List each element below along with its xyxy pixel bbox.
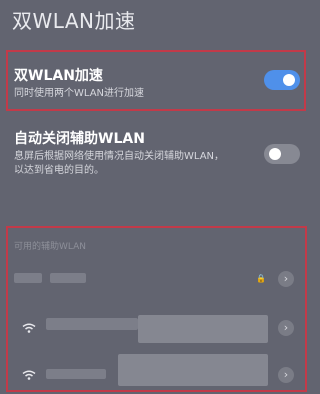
auto-close-row[interactable]: 自动关闭辅助WLAN 息屏后根据网络使用情况自动关闭辅助WLAN， 以达到省电的… bbox=[8, 124, 306, 184]
network-name-redacted bbox=[50, 273, 86, 283]
auto-close-toggle[interactable] bbox=[264, 144, 300, 164]
network-name-redacted bbox=[138, 315, 268, 343]
dual-wlan-subtitle: 同时使用两个WLAN进行加速 bbox=[14, 88, 145, 99]
chevron-right-icon[interactable]: › bbox=[278, 271, 294, 287]
dual-wlan-toggle[interactable] bbox=[264, 70, 300, 90]
auto-close-subtitle-line2: 以达到省电的目的。 bbox=[14, 165, 104, 176]
chevron-right-icon[interactable]: › bbox=[278, 320, 294, 336]
available-wlan-header: 可用的辅助WLAN bbox=[14, 242, 87, 252]
dual-wlan-title: 双WLAN加速 bbox=[14, 68, 103, 84]
wifi-icon bbox=[22, 370, 36, 380]
chevron-right-icon[interactable]: › bbox=[278, 367, 294, 383]
auto-close-subtitle-line1: 息屏后根据网络使用情况自动关闭辅助WLAN， bbox=[14, 151, 225, 162]
network-name-redacted bbox=[118, 354, 268, 386]
page-title: 双WLAN加速 bbox=[12, 9, 136, 33]
network-name-redacted bbox=[14, 273, 42, 283]
wlan-list-item-2[interactable]: › bbox=[8, 313, 306, 343]
toggle-knob bbox=[283, 74, 295, 86]
network-name-redacted bbox=[46, 369, 106, 379]
auto-close-title: 自动关闭辅助WLAN bbox=[14, 131, 145, 147]
dual-wlan-row[interactable]: 双WLAN加速 同时使用两个WLAN进行加速 bbox=[8, 56, 306, 106]
lock-icon: 🔒 bbox=[256, 274, 266, 283]
network-name-redacted bbox=[46, 318, 138, 330]
toggle-knob bbox=[269, 148, 281, 160]
wlan-list-item-3[interactable]: › bbox=[8, 354, 306, 390]
wifi-icon bbox=[22, 323, 36, 333]
wlan-list-item-1[interactable]: 🔒 › bbox=[8, 264, 306, 294]
